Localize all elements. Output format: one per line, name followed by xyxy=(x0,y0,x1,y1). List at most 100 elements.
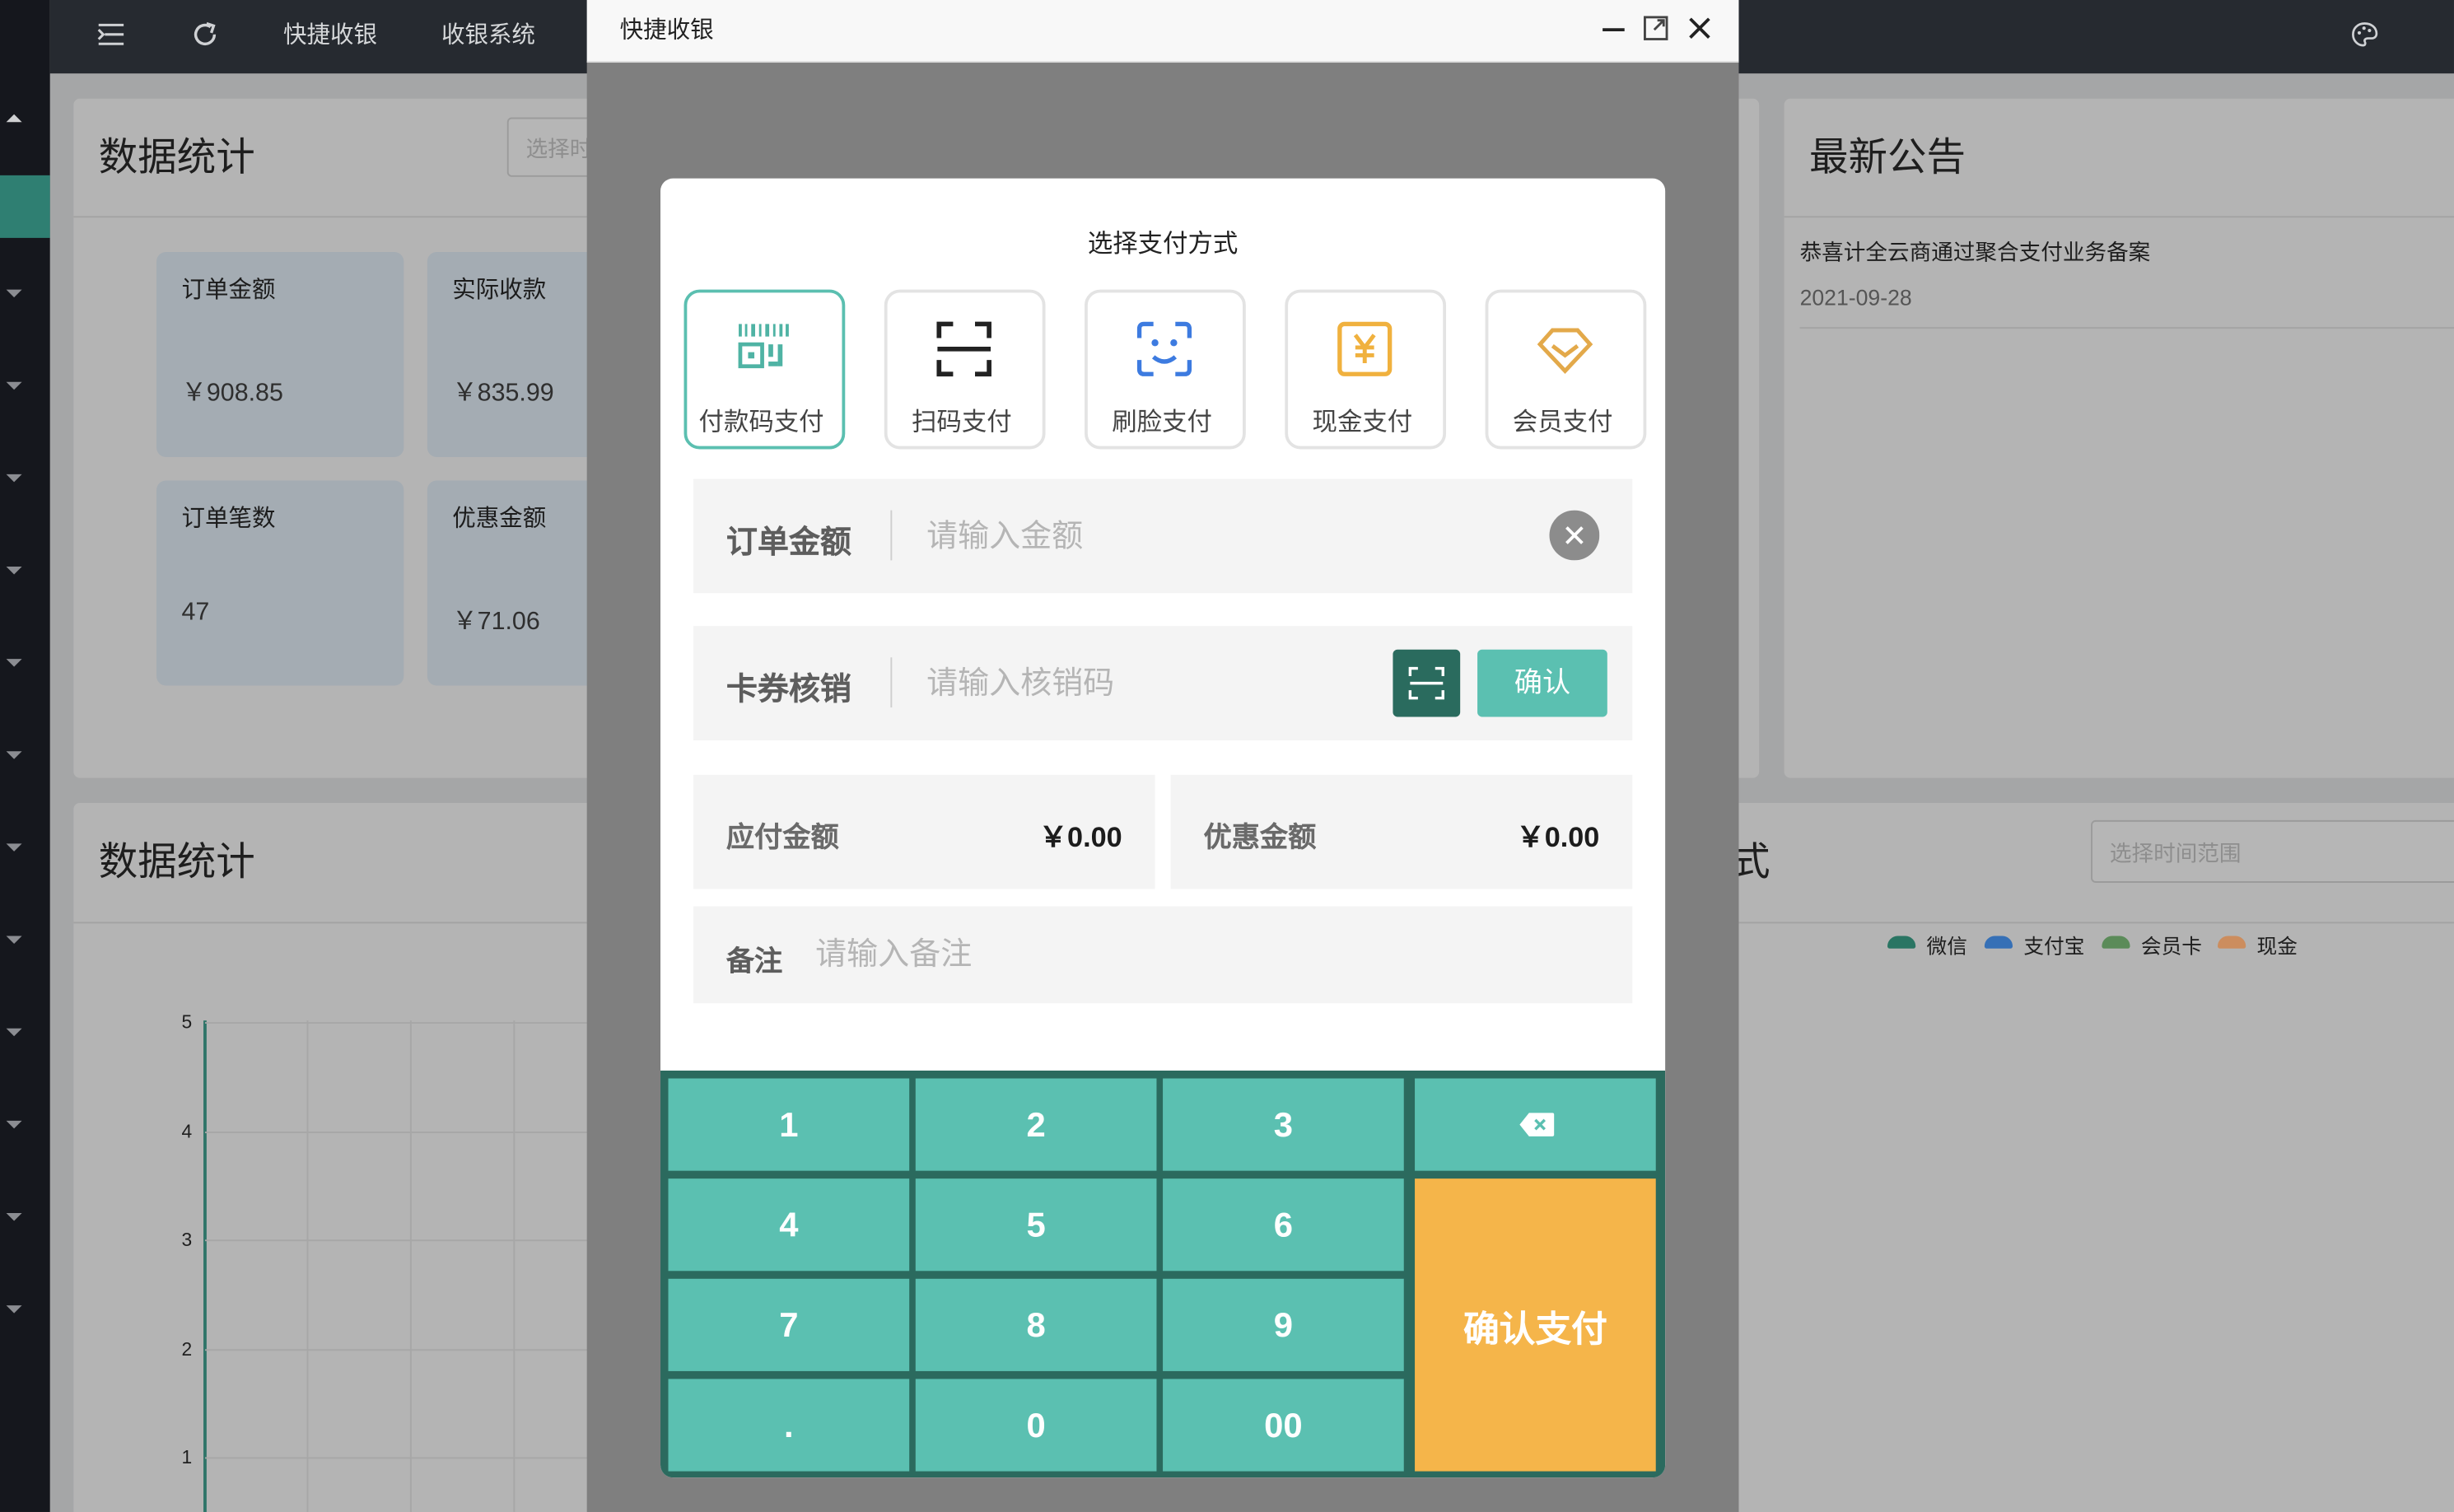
method-scan[interactable]: 扫码支付 xyxy=(884,289,1046,450)
chart-hgrid xyxy=(204,1131,597,1133)
method-member[interactable]: 会员支付 xyxy=(1485,289,1647,450)
window-titlebar[interactable]: 快捷收银 xyxy=(586,0,1739,63)
remark-label: 备注 xyxy=(725,945,783,977)
coupon-confirm-button[interactable]: 确认 xyxy=(1477,649,1607,717)
stat-value: ￥908.85 xyxy=(181,380,283,408)
order-amount-input[interactable] xyxy=(926,513,1522,561)
key-backspace[interactable] xyxy=(1415,1078,1656,1171)
method-cash[interactable]: 现金支付 xyxy=(1285,289,1447,450)
chart-hgrid xyxy=(204,1457,597,1459)
chevron-down-icon[interactable] xyxy=(6,751,22,759)
maximize-icon[interactable] xyxy=(1637,9,1675,47)
payable-label: 应付金额 xyxy=(725,821,839,853)
coupon-field: 卡券核销 确认 xyxy=(693,626,1633,740)
notice-text[interactable]: 恭喜计全云商通过聚合支付业务备案 xyxy=(1800,236,2151,268)
remark-input[interactable] xyxy=(815,931,1598,978)
key-6[interactable]: 6 xyxy=(1163,1178,1404,1272)
chevron-down-icon[interactable] xyxy=(6,1120,22,1129)
legend-member-card[interactable]: 会员卡 xyxy=(2141,930,2202,959)
method-face[interactable]: 刷脸支付 xyxy=(1085,289,1246,450)
chevron-down-icon[interactable] xyxy=(6,936,22,945)
legend-wechat[interactable]: 微信 xyxy=(1927,930,1967,959)
key-3[interactable]: 3 xyxy=(1163,1078,1404,1171)
sidebar-active-item[interactable] xyxy=(0,175,50,238)
date-range-placeholder: 选择时 xyxy=(525,136,592,161)
payable-amount-box: 应付金额 ￥0.00 xyxy=(693,774,1155,889)
barcode-icon xyxy=(738,324,789,369)
nav-quick-cashier[interactable]: 快捷收银 xyxy=(283,17,377,50)
notice-item[interactable]: 恭喜计全云商通过聚合支付业务备案 2021-09-28 xyxy=(1800,233,2454,327)
method-label: 扫码支付 xyxy=(912,409,1012,437)
chart-vgrid xyxy=(409,1020,412,1512)
chart-vgrid xyxy=(513,1020,516,1512)
key-dot[interactable]: . xyxy=(668,1379,910,1472)
legend-swatch-member xyxy=(2102,936,2130,949)
dialog-title: 选择支付方式 xyxy=(1087,231,1239,259)
legend-alipay[interactable]: 支付宝 xyxy=(2023,930,2084,959)
close-icon[interactable] xyxy=(1681,9,1719,47)
method-label: 会员支付 xyxy=(1512,409,1613,437)
coupon-code-input[interactable] xyxy=(926,660,1365,708)
payable-value: ￥0.00 xyxy=(1038,821,1122,853)
legend-swatch-cash xyxy=(2218,936,2246,949)
notice-divider xyxy=(1799,327,2454,329)
chart-card-title: 数据统计 xyxy=(98,840,255,884)
chart-vgrid xyxy=(306,1020,309,1512)
y-tick-label: 3 xyxy=(181,1228,193,1251)
key-9[interactable]: 9 xyxy=(1163,1278,1404,1371)
stat-value: 47 xyxy=(181,599,210,627)
chevron-down-icon[interactable] xyxy=(6,289,22,298)
stat-label: 优惠金额 xyxy=(452,505,547,533)
palette-icon[interactable] xyxy=(2351,21,2379,49)
minimize-icon[interactable] xyxy=(1595,9,1633,47)
key-2[interactable]: 2 xyxy=(915,1078,1157,1171)
stat-value: ￥835.99 xyxy=(452,380,554,408)
clear-input-icon[interactable] xyxy=(1549,510,1600,561)
coupon-label: 卡券核销 xyxy=(725,673,851,708)
chart-date-range-picker[interactable]: 选择时间范围 xyxy=(2091,819,2454,883)
key-8[interactable]: 8 xyxy=(915,1278,1157,1371)
notice-date: 2021-09-28 xyxy=(1799,284,1912,310)
chevron-down-icon[interactable] xyxy=(6,1305,22,1314)
stat-order-count: 订单笔数 47 xyxy=(156,480,404,686)
chevron-down-icon[interactable] xyxy=(6,474,22,483)
confirm-payment-button[interactable]: 确认支付 xyxy=(1415,1178,1656,1472)
key-5[interactable]: 5 xyxy=(915,1178,1157,1272)
notice-card: 最新公告 恭喜计全云商通过聚合支付业务备案 2021-09-28 xyxy=(1784,98,2454,778)
stat-order-amount: 订单金额 ￥908.85 xyxy=(156,251,404,457)
left-sidebar xyxy=(0,0,50,1512)
chevron-down-icon[interactable] xyxy=(6,1212,22,1221)
nav-cashier-system[interactable]: 收银系统 xyxy=(441,17,535,50)
menu-toggle-icon[interactable] xyxy=(97,22,125,47)
stats-card-title: 数据统计 xyxy=(98,136,255,180)
key-1[interactable]: 1 xyxy=(668,1078,910,1171)
chevron-down-icon[interactable] xyxy=(6,843,22,852)
stat-value: ￥71.06 xyxy=(452,609,540,636)
method-payment-code[interactable]: 付款码支付 xyxy=(683,289,846,450)
chevron-down-icon[interactable] xyxy=(6,381,22,390)
chevron-down-icon[interactable] xyxy=(6,567,22,575)
key-4[interactable]: 4 xyxy=(668,1178,910,1272)
window-title: 快捷收银 xyxy=(619,16,714,44)
cash-yen-icon xyxy=(1337,321,1393,376)
stat-label: 订单金额 xyxy=(181,277,276,304)
discount-amount-box: 优惠金额 ￥0.00 xyxy=(1170,774,1633,889)
legend-cash[interactable]: 现金 xyxy=(2257,930,2298,959)
stats-card: 数据统计 选择时 订单金额 ￥908.85 实际收款 ￥835.99 订单笔数 … xyxy=(73,98,675,778)
chevron-down-icon[interactable] xyxy=(6,659,22,667)
coupon-scan-button[interactable] xyxy=(1393,649,1461,717)
quick-cashier-window: 快捷收银 选择支付方式 付款码支付 扫码支付 刷脸支付 现金支付 会员支付 订单… xyxy=(586,0,1739,1512)
collapse-up-icon[interactable] xyxy=(6,114,22,123)
y-tick-label: 1 xyxy=(181,1446,193,1468)
diamond-icon xyxy=(1537,328,1593,375)
y-tick-label: 2 xyxy=(181,1337,193,1360)
chart-hgrid xyxy=(204,1022,597,1024)
backspace-icon xyxy=(1519,1113,1555,1136)
discount-label: 优惠金额 xyxy=(1203,821,1317,853)
key-00[interactable]: 00 xyxy=(1163,1379,1404,1472)
key-0[interactable]: 0 xyxy=(915,1379,1157,1472)
key-7[interactable]: 7 xyxy=(668,1278,910,1371)
face-scan-icon xyxy=(1136,321,1192,376)
chevron-down-icon[interactable] xyxy=(6,1028,22,1037)
refresh-icon[interactable] xyxy=(191,21,219,49)
